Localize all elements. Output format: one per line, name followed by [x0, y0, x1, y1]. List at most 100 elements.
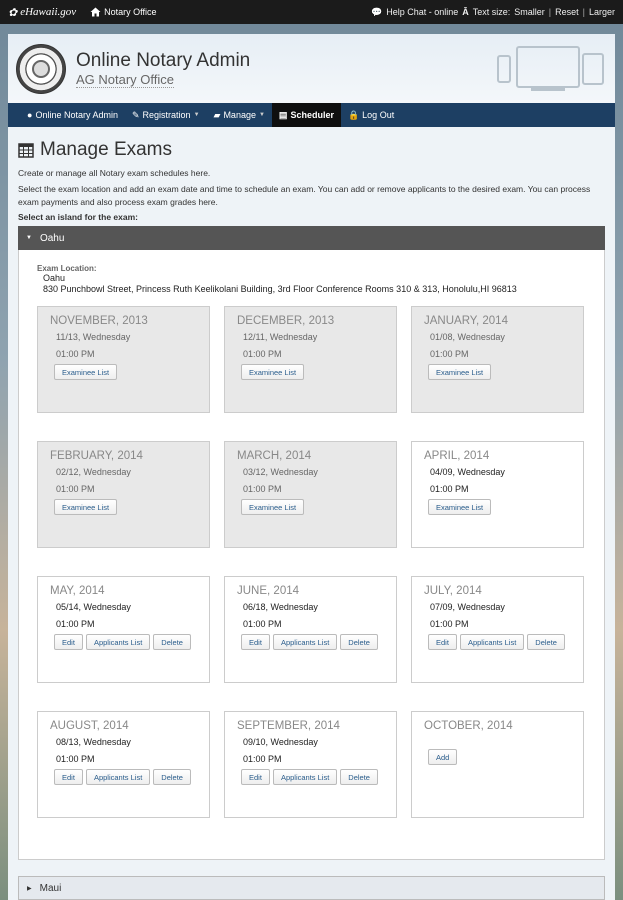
exam-month: AUGUST, 2014 [50, 720, 129, 732]
main-nav: ● Online Notary Admin ✎ Registration ▼ ▰… [8, 103, 615, 127]
exam-actions: Edit Applicants List Delete [54, 769, 197, 785]
examinee-list-button[interactable]: Examinee List [428, 364, 492, 380]
select-island-label: Select an island for the exam: [18, 212, 138, 222]
applicants-list-button[interactable]: Applicants List [85, 634, 151, 650]
exam-date: 01/08, Wednesday [430, 332, 505, 342]
lock-icon: 🔒 [347, 109, 360, 120]
examinee-list-button[interactable]: Examinee List [241, 364, 305, 380]
exam-actions: Examinee List [241, 364, 384, 380]
delete-button[interactable]: Delete [340, 769, 378, 785]
exam-actions: Examinee List [54, 364, 197, 380]
chat-icon: 💬 [370, 6, 383, 17]
exam-actions: Add [428, 749, 571, 765]
main-panel: Online Notary Admin AG Notary Office ● O… [8, 34, 615, 900]
exam-card: JANUARY, 2014 01/08, Wednesday 01:00 PM Exa… [411, 306, 584, 413]
exam-time: 01:00 PM [56, 619, 95, 629]
home-icon [90, 7, 101, 17]
exam-date: 02/12, Wednesday [56, 467, 131, 477]
exam-location-address: 830 Punchbowl Street, Princess Ruth Keel… [43, 284, 517, 294]
exam-date: 04/09, Wednesday [430, 467, 505, 477]
applicants-list-button[interactable]: Applicants List [272, 769, 338, 785]
nav-registration[interactable]: ✎ Registration ▼ [125, 103, 207, 127]
page-title-text: Manage Exams [40, 139, 173, 160]
applicants-list-button[interactable]: Applicants List [459, 634, 525, 650]
edit-button[interactable]: Edit [241, 769, 270, 785]
exam-month: FEBRUARY, 2014 [50, 450, 143, 462]
exam-card: AUGUST, 2014 08/13, Wednesday 01:00 PM Edit… [37, 711, 210, 818]
exam-actions: Examinee List [54, 499, 197, 515]
edit-button[interactable]: Edit [428, 634, 457, 650]
nav-scheduler[interactable]: ▤ Scheduler [271, 103, 341, 127]
island-name: Oahu [39, 232, 65, 244]
text-size-icon: Ā [462, 7, 469, 17]
exam-month: APRIL, 2014 [424, 450, 490, 462]
text-reset-link[interactable]: Reset [555, 7, 579, 17]
examinee-list-button[interactable]: Examinee List [54, 364, 118, 380]
exam-time: 01:00 PM [243, 619, 282, 629]
nav-log-out[interactable]: 🔒 Log Out [341, 103, 401, 127]
nav-label: Online Notary Admin [35, 110, 118, 120]
exam-actions: Edit Applicants List Delete [241, 769, 384, 785]
caret-down-icon: ▼ [26, 235, 32, 241]
exam-date: 12/11, Wednesday [243, 332, 318, 342]
notary-office-link[interactable]: Notary Office [90, 7, 157, 17]
edit-icon: ✎ [131, 109, 140, 120]
exam-card: JUNE, 2014 06/18, Wednesday 01:00 PM Edit Ap… [224, 576, 397, 683]
calendar-icon: ▤ [278, 109, 288, 120]
text-size-label: Text size: [472, 7, 511, 17]
accordion-oahu-body: Exam Location: Oahu 830 Punchbowl Street… [18, 250, 605, 860]
delete-button[interactable]: Delete [527, 634, 565, 650]
exam-actions: Examinee List [428, 499, 571, 515]
intro-text: Create or manage all Notary exam schedul… [18, 168, 211, 178]
exam-actions: Edit Applicants List Delete [241, 634, 384, 650]
exam-actions: Edit Applicants List Delete [428, 634, 571, 650]
exam-date: 08/13, Wednesday [56, 737, 131, 747]
applicants-list-button[interactable]: Applicants List [272, 634, 338, 650]
examinee-list-button[interactable]: Examinee List [54, 499, 118, 515]
examinee-list-button[interactable]: Examinee List [428, 499, 492, 515]
exam-date: 11/13, Wednesday [56, 332, 131, 342]
exam-card: NOVEMBER, 2013 11/13, Wednesday 01:00 PM Ex… [37, 306, 210, 413]
caret-down-icon: ▼ [193, 112, 200, 118]
exam-card: JULY, 2014 07/09, Wednesday 01:00 PM Edit Ap… [411, 576, 584, 683]
ehawaii-logo[interactable]: ✿ eHawaii.gov [8, 6, 76, 19]
nav-label: Scheduler [290, 110, 334, 120]
exam-time: 01:00 PM [430, 349, 469, 359]
help-chat-link[interactable]: Help Chat - online [386, 7, 458, 17]
exam-location-label: Exam Location: [37, 264, 97, 273]
top-bar: ✿ eHawaii.gov Notary Office 💬 Help Chat … [0, 0, 623, 24]
delete-button[interactable]: Delete [153, 634, 191, 650]
exam-time: 01:00 PM [430, 484, 469, 494]
exam-actions: Examinee List [428, 364, 571, 380]
delete-button[interactable]: Delete [340, 634, 378, 650]
exam-time: 01:00 PM [56, 349, 95, 359]
examinee-list-button[interactable]: Examinee List [241, 499, 305, 515]
edit-button[interactable]: Edit [54, 769, 83, 785]
nav-manage[interactable]: ▰ Manage ▼ [207, 103, 272, 127]
page-title: Manage Exams [18, 139, 605, 161]
edit-button[interactable]: Edit [241, 634, 270, 650]
caret-right-icon: ▶ [27, 885, 32, 892]
exam-month: OCTOBER, 2014 [424, 720, 513, 732]
exam-month: MARCH, 2014 [237, 450, 312, 462]
exam-time: 01:00 PM [56, 484, 95, 494]
exam-card: SEPTEMBER, 2014 09/10, Wednesday 01:00 PM E… [224, 711, 397, 818]
accordion-maui-header[interactable]: ▶ Maui [18, 876, 605, 900]
applicants-list-button[interactable]: Applicants List [85, 769, 151, 785]
exam-time: 01:00 PM [56, 754, 95, 764]
text-smaller-link[interactable]: Smaller [514, 7, 545, 17]
office-subtitle[interactable]: AG Notary Office [76, 72, 175, 88]
edit-button[interactable]: Edit [54, 634, 83, 650]
add-button[interactable]: Add [428, 749, 458, 765]
delete-button[interactable]: Delete [153, 769, 191, 785]
exam-time: 01:00 PM [430, 619, 469, 629]
nav-online-notary-admin[interactable]: ● Online Notary Admin [20, 103, 125, 127]
text-larger-link[interactable]: Larger [589, 7, 615, 17]
exam-card: OCTOBER, 2014 Add [411, 711, 584, 818]
exam-date: 03/12, Wednesday [243, 467, 318, 477]
exam-card: APRIL, 2014 04/09, Wednesday 01:00 PM Exami… [411, 441, 584, 548]
accordion-oahu-header[interactable]: ▼ Oahu [18, 226, 605, 250]
exam-grid: NOVEMBER, 2013 11/13, Wednesday 01:00 PM Ex… [37, 306, 586, 818]
exam-actions: Examinee List [241, 499, 384, 515]
site-header: Online Notary Admin AG Notary Office [8, 34, 615, 103]
